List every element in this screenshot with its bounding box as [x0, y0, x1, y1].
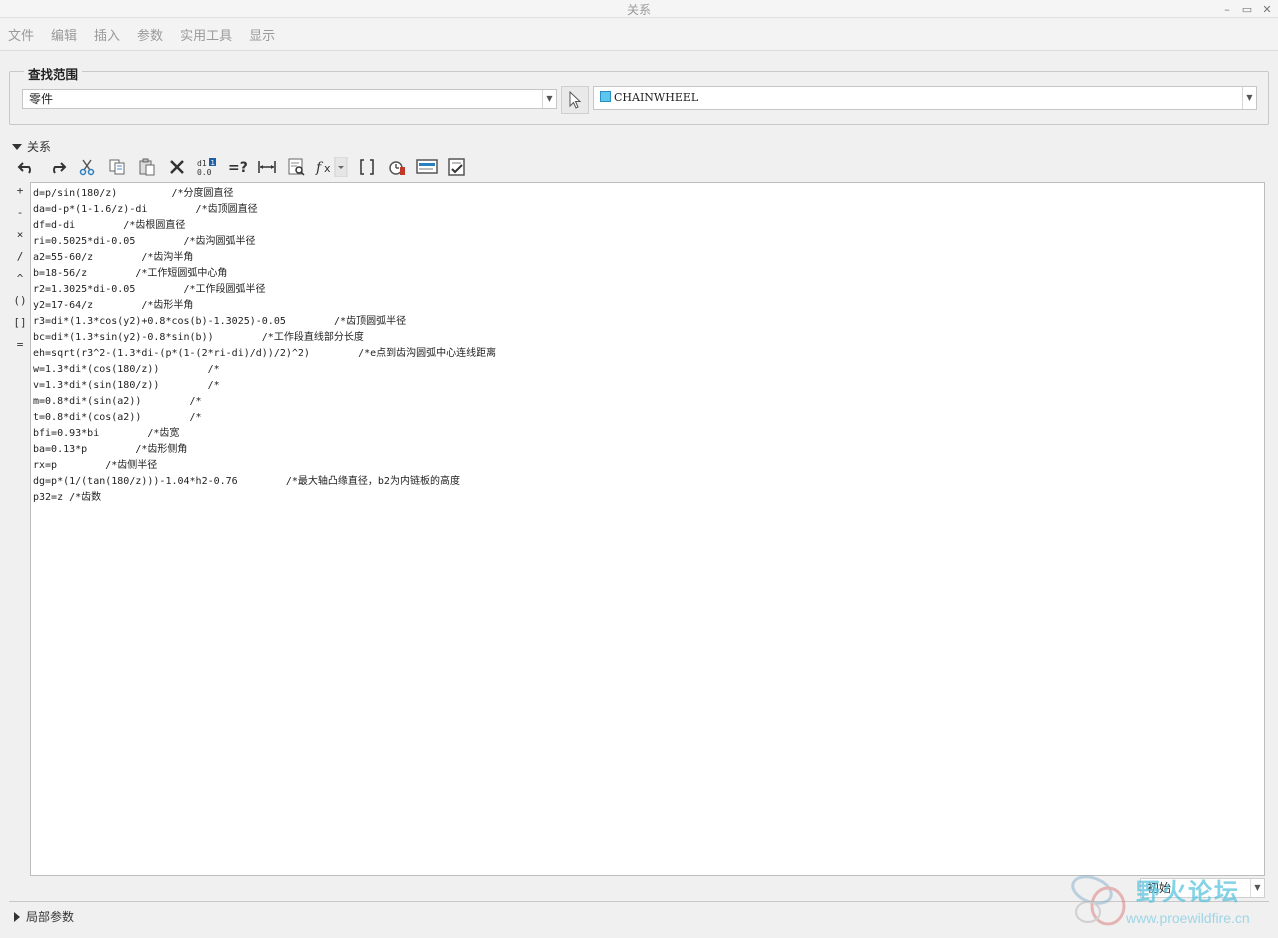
relation-line[interactable]: p32=z /*齿数 — [33, 490, 1264, 506]
svg-text:=?: =? — [228, 160, 247, 175]
relation-line[interactable]: ba=0.13*p /*齿形侧角 — [33, 442, 1264, 458]
scope-object-value: CHAINWHEEL — [614, 91, 699, 104]
redo-icon[interactable] — [42, 155, 72, 179]
op-brackets-button[interactable]: [] — [12, 316, 28, 338]
minimize-icon[interactable]: – — [1220, 3, 1234, 16]
chevron-down-icon[interactable]: ▼ — [1242, 87, 1256, 109]
svg-text:0.0: 0.0 — [197, 168, 212, 177]
svg-text:1: 1 — [211, 159, 215, 167]
op-plus-button[interactable]: + — [12, 184, 28, 206]
sort-icon[interactable]: d1 0.0 1 — [192, 155, 222, 179]
scope-type-value: 零件 — [29, 92, 54, 106]
relation-line[interactable]: m=0.8*di*(sin(a2)) /* — [33, 394, 1264, 410]
menu-utilities[interactable]: 实用工具 — [180, 25, 232, 44]
relation-line[interactable]: r2=1.3025*di-0.05 /*工作段圆弧半径 — [33, 282, 1264, 298]
relation-line[interactable]: bc=di*(1.3*sin(y2)-0.8*sin(b)) /*工作段直线部分… — [33, 330, 1264, 346]
evaluate-icon[interactable]: =? — [222, 155, 252, 179]
menu-parameters[interactable]: 参数 — [137, 25, 163, 44]
window-title: 关系 — [626, 3, 651, 17]
cursor-arrow-icon — [569, 91, 582, 109]
relation-line[interactable]: v=1.3*di*(sin(180/z)) /* — [33, 378, 1264, 394]
relation-line[interactable]: a2=55-60/z /*齿沟半角 — [33, 250, 1264, 266]
relation-line[interactable]: ri=0.5025*di-0.05 /*齿沟圆弧半径 — [33, 234, 1264, 250]
menu-insert[interactable]: 插入 — [94, 25, 120, 44]
relation-line[interactable]: da=d-p*(1-1.6/z)-di /*齿顶圆直径 — [33, 202, 1264, 218]
svg-text:f: f — [315, 160, 324, 176]
relation-line[interactable]: y2=17-64/z /*齿形半角 — [33, 298, 1264, 314]
menu-file[interactable]: 文件 — [8, 25, 34, 44]
op-parentheses-button[interactable]: () — [12, 294, 28, 316]
restore-icon[interactable]: ▭ — [1240, 3, 1254, 16]
relation-line[interactable]: bfi=0.93*bi /*齿宽 — [33, 426, 1264, 442]
verify-icon[interactable] — [382, 155, 412, 179]
watermark-logo: 野火论坛 www.proewildfire.cn — [1068, 868, 1273, 934]
menu-bar: 文件 编辑 插入 参数 实用工具 显示 — [0, 19, 1278, 51]
svg-text:d1: d1 — [197, 159, 207, 168]
op-power-button[interactable]: ^ — [12, 272, 28, 294]
search-scope-legend: 查找范围 — [24, 64, 83, 83]
select-object-button[interactable] — [561, 86, 589, 114]
op-equals-button[interactable]: = — [12, 338, 28, 360]
menu-edit[interactable]: 编辑 — [51, 25, 77, 44]
op-multiply-button[interactable]: × — [12, 228, 28, 250]
collapse-triangle-icon — [14, 911, 20, 922]
close-icon[interactable]: ✕ — [1260, 3, 1274, 16]
local-params-label: 局部参数 — [26, 910, 75, 924]
chevron-down-icon[interactable]: ▼ — [542, 90, 556, 108]
relations-toolbar: d1 0.0 1 =? fx — [12, 155, 472, 179]
scope-type-select[interactable]: 零件 ▼ — [22, 89, 557, 109]
relation-line[interactable]: rx=p /*齿侧半径 — [33, 458, 1264, 474]
relation-line[interactable]: df=d-di /*齿根圆直径 — [33, 218, 1264, 234]
relation-line[interactable]: eh=sqrt(r3^2-(1.3*di-(p*(1-(2*ri-di)/d))… — [33, 346, 1264, 362]
checklist-icon[interactable] — [442, 155, 472, 179]
paste-icon[interactable] — [132, 155, 162, 179]
relation-line[interactable]: d=p/sin(180/z) /*分度圆直径 — [33, 186, 1264, 202]
undo-icon[interactable] — [12, 155, 42, 179]
relation-line[interactable]: b=18-56/z /*工作短圆弧中心角 — [33, 266, 1264, 282]
function-icon[interactable]: fx — [312, 155, 352, 179]
part-cube-icon — [600, 91, 611, 102]
copy-icon[interactable] — [102, 155, 132, 179]
relation-line[interactable]: r3=di*(1.3*cos(y2)+0.8*cos(b)-1.3025)-0.… — [33, 314, 1264, 330]
brackets-icon[interactable] — [352, 155, 382, 179]
watermark-text: 野火论坛 — [1136, 878, 1240, 906]
local-params-toggle[interactable]: 局部参数 — [14, 908, 74, 925]
menu-display[interactable]: 显示 — [249, 25, 275, 44]
svg-text:x: x — [324, 162, 331, 175]
title-bar: 关系 – ▭ ✕ — [0, 0, 1278, 18]
display-icon[interactable] — [412, 155, 442, 179]
relation-line[interactable]: t=0.8*di*(cos(a2)) /* — [33, 410, 1264, 426]
op-divide-button[interactable]: / — [12, 250, 28, 272]
relations-section-toggle[interactable]: 关系 — [12, 138, 51, 155]
delete-icon[interactable] — [162, 155, 192, 179]
watermark-url: www.proewildfire.cn — [1126, 910, 1250, 926]
parameter-search-icon[interactable] — [282, 155, 312, 179]
relation-line[interactable]: w=1.3*di*(cos(180/z)) /* — [33, 362, 1264, 378]
relation-line[interactable]: dg=p*(1/(tan(180/z)))-1.04*h2-0.76 /*最大轴… — [33, 474, 1264, 490]
relations-editor[interactable]: d=p/sin(180/z) /*分度圆直径 da=d-p*(1-1.6/z)-… — [30, 182, 1265, 876]
search-scope-group: 查找范围 零件 ▼ CHAINWHEEL ▼ — [9, 64, 1269, 125]
cut-icon[interactable] — [72, 155, 102, 179]
relations-section-label: 关系 — [27, 140, 52, 154]
op-minus-button[interactable]: - — [12, 206, 28, 228]
scope-object-select[interactable]: CHAINWHEEL ▼ — [593, 86, 1257, 110]
operator-palette: + - × / ^ () [] = — [12, 184, 28, 360]
dimension-icon[interactable] — [252, 155, 282, 179]
expand-triangle-icon — [12, 143, 22, 150]
